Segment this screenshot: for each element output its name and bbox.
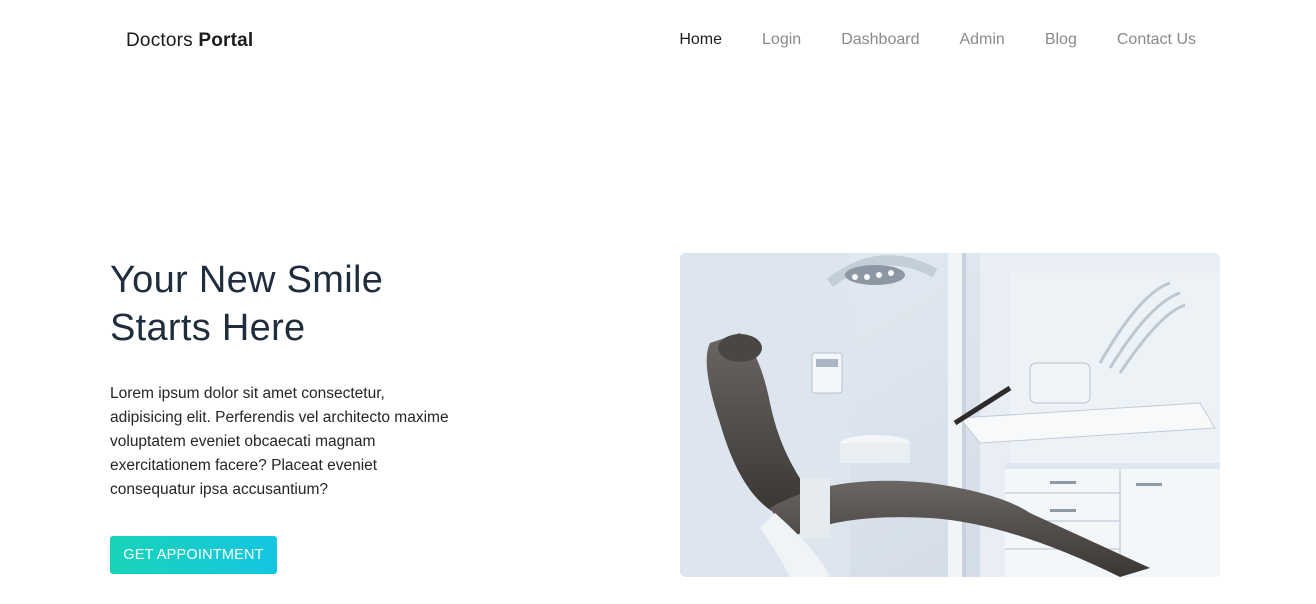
get-appointment-button[interactable]: GET APPOINTMENT — [110, 536, 277, 574]
nav-link-home[interactable]: Home — [679, 31, 722, 49]
hero-description: Lorem ipsum dolor sit amet consectetur, … — [110, 385, 449, 498]
navbar: Doctors Portal Home Login Dashboard Admi… — [0, 0, 1316, 82]
nav-link-dashboard[interactable]: Dashboard — [841, 31, 919, 49]
nav-link-login[interactable]: Login — [762, 31, 801, 49]
dental-chair-image — [680, 253, 1220, 577]
brand-logo[interactable]: Doctors Portal — [126, 30, 253, 52]
nav-link-contact-us[interactable]: Contact Us — [1117, 31, 1196, 49]
nav-link-admin[interactable]: Admin — [959, 31, 1004, 49]
hero-title-line1: Your New Smile — [110, 259, 384, 301]
brand-name-bold: Portal — [198, 30, 254, 51]
hero-content: Your New Smile Starts Here Lorem ipsum d… — [110, 256, 470, 502]
nav-link-blog[interactable]: Blog — [1045, 31, 1077, 49]
hero-title: Your New Smile Starts Here — [110, 256, 470, 352]
brand-name-regular: Doctors — [126, 30, 193, 51]
main-nav: Home Login Dashboard Admin Blog Contact … — [639, 31, 1196, 49]
hero-title-line2: Starts Here — [110, 307, 306, 349]
